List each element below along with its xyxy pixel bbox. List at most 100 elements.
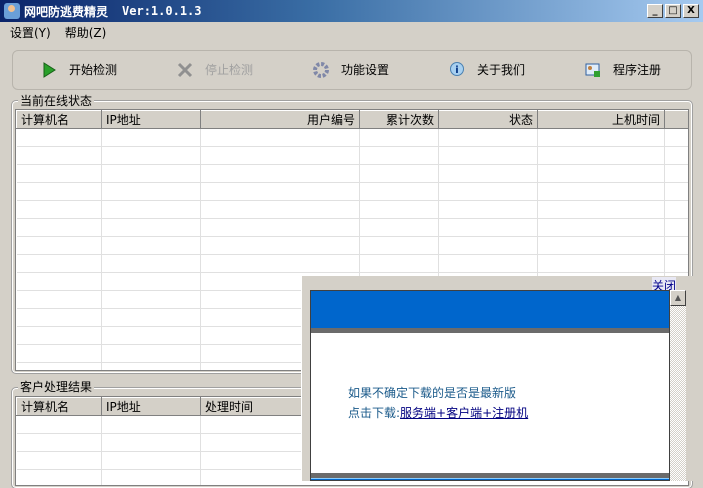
table-cell <box>537 200 665 219</box>
register-card-icon <box>585 63 600 77</box>
table-row[interactable] <box>16 164 688 183</box>
table-cell <box>438 128 538 147</box>
app-version: Ver:1.0.1.3 <box>122 4 202 18</box>
menu-settings[interactable]: 设置(Y) <box>10 24 51 41</box>
table-cell <box>200 128 360 147</box>
col-user-id[interactable]: 用户编号 <box>200 110 360 129</box>
table-cell <box>200 218 360 237</box>
table-cell <box>359 236 439 255</box>
popup-scrollbar[interactable]: ▲ <box>670 290 686 481</box>
table-cell <box>664 146 688 165</box>
table-row[interactable] <box>16 200 688 219</box>
table-cell <box>359 254 439 273</box>
table-cell <box>200 200 360 219</box>
scroll-up-button[interactable]: ▲ <box>670 290 686 306</box>
table-cell <box>537 146 665 165</box>
app-icon <box>4 3 20 19</box>
table-cell <box>101 200 201 219</box>
table-cell <box>101 236 201 255</box>
app-title: 网吧防逃费精灵 <box>24 4 109 19</box>
table-row[interactable] <box>16 146 688 165</box>
table-cell <box>438 236 538 255</box>
table-cell <box>16 433 102 452</box>
online-status-label: 当前在线状态 <box>18 92 95 109</box>
register-button[interactable]: 程序注册 <box>585 61 661 78</box>
ad-popup: 关闭 如果不确定下载的是否是最新版 点击下载:服务端+客户端+注册机 ▲ <box>301 276 703 481</box>
col-computer-name[interactable]: 计算机名 <box>16 110 102 129</box>
play-icon <box>43 61 56 78</box>
table-cell <box>664 164 688 183</box>
download-link[interactable]: 服务端+客户端+注册机 <box>400 406 528 420</box>
menu-help[interactable]: 帮助(Z) <box>65 24 107 41</box>
table-cell <box>16 254 102 273</box>
table-cell <box>101 362 201 370</box>
table-cell <box>664 128 688 147</box>
table-cell <box>359 182 439 201</box>
stop-label: 停止检测 <box>205 63 254 77</box>
table-cell <box>101 128 201 147</box>
table-cell <box>16 290 102 309</box>
table-cell <box>16 236 102 255</box>
minimize-button[interactable]: _ <box>647 4 663 18</box>
col-ip[interactable]: IP地址 <box>101 110 201 129</box>
col-login-time[interactable]: 上机时间 <box>537 110 665 129</box>
table-cell <box>16 469 102 485</box>
table-row[interactable] <box>16 128 688 147</box>
table-row[interactable] <box>16 236 688 255</box>
table-cell <box>359 146 439 165</box>
table-cell <box>438 164 538 183</box>
download-prefix: 点击下载: <box>348 406 401 420</box>
table-cell <box>537 164 665 183</box>
about-label: 关于我们 <box>477 63 526 77</box>
table-cell <box>537 182 665 201</box>
table-cell <box>438 146 538 165</box>
table-cell <box>438 254 538 273</box>
table-cell <box>16 272 102 291</box>
divider <box>311 328 669 333</box>
maximize-button[interactable]: □ <box>665 4 681 18</box>
start-detect-button[interactable]: 开始检测 <box>41 61 117 78</box>
about-button[interactable]: i 关于我们 <box>449 61 525 78</box>
table-cell <box>16 451 102 470</box>
table-cell <box>359 218 439 237</box>
table-cell <box>16 182 102 201</box>
table-cell <box>438 200 538 219</box>
table-cell <box>101 290 201 309</box>
table-cell <box>101 433 201 452</box>
table-cell <box>101 218 201 237</box>
table-cell <box>537 128 665 147</box>
table-cell <box>664 218 688 237</box>
table-cell <box>101 308 201 327</box>
x-icon <box>177 62 193 77</box>
blue-banner <box>311 291 669 328</box>
info-icon: i <box>450 61 464 76</box>
col-computer-name[interactable]: 计算机名 <box>16 397 102 416</box>
close-button[interactable]: X <box>683 4 699 18</box>
table-cell <box>16 218 102 237</box>
table-cell <box>16 128 102 147</box>
settings-button[interactable]: 功能设置 <box>313 61 389 78</box>
table-cell <box>101 146 201 165</box>
table-cell <box>101 272 201 291</box>
table-row[interactable] <box>16 218 688 237</box>
table-cell <box>101 415 201 434</box>
table-cell <box>664 236 688 255</box>
stop-detect-button[interactable]: 停止检测 <box>177 61 253 78</box>
table-cell <box>101 182 201 201</box>
table-cell <box>101 344 201 363</box>
table-cell <box>101 164 201 183</box>
results-label: 客户处理结果 <box>18 378 95 395</box>
table-cell <box>359 164 439 183</box>
col-status[interactable]: 状态 <box>438 110 538 129</box>
settings-label: 功能设置 <box>341 63 390 77</box>
table-cell <box>537 254 665 273</box>
col-count[interactable]: 累计次数 <box>359 110 439 129</box>
table-cell <box>101 451 201 470</box>
table-row[interactable] <box>16 182 688 201</box>
table-row[interactable] <box>16 254 688 273</box>
col-ip[interactable]: IP地址 <box>101 397 201 416</box>
table-cell <box>16 308 102 327</box>
menu-bar: 设置(Y) 帮助(Z) <box>0 22 106 42</box>
toolbar: 开始检测 停止检测 功能设置 i 关于我们 程序注册 <box>12 50 692 90</box>
register-label: 程序注册 <box>613 63 662 77</box>
